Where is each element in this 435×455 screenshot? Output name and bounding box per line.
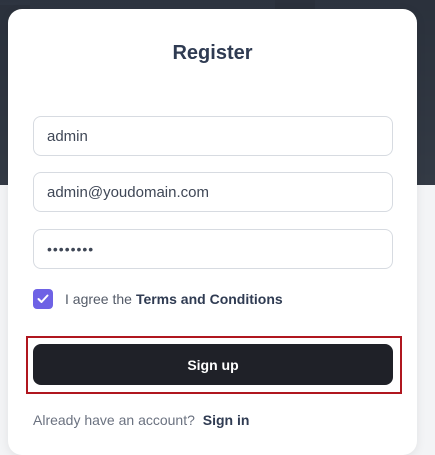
terms-checkbox[interactable] [33, 289, 53, 309]
password-field[interactable] [33, 229, 393, 269]
username-field[interactable] [33, 116, 393, 156]
signin-prompt: Already have an account? Sign in [33, 412, 249, 428]
check-icon [37, 294, 49, 303]
sign-in-link[interactable]: Sign in [203, 412, 250, 428]
page-title: Register [172, 42, 253, 64]
sign-up-button[interactable]: Sign up [33, 344, 393, 385]
terms-link[interactable]: Terms and Conditions [136, 291, 283, 307]
terms-row: I agree the Terms and Conditions [33, 289, 283, 309]
register-card: Register I agree the Terms and Condition… [8, 9, 417, 455]
terms-label: I agree the [65, 291, 132, 307]
email-field[interactable] [33, 172, 393, 212]
signin-prompt-text: Already have an account? [33, 412, 195, 428]
